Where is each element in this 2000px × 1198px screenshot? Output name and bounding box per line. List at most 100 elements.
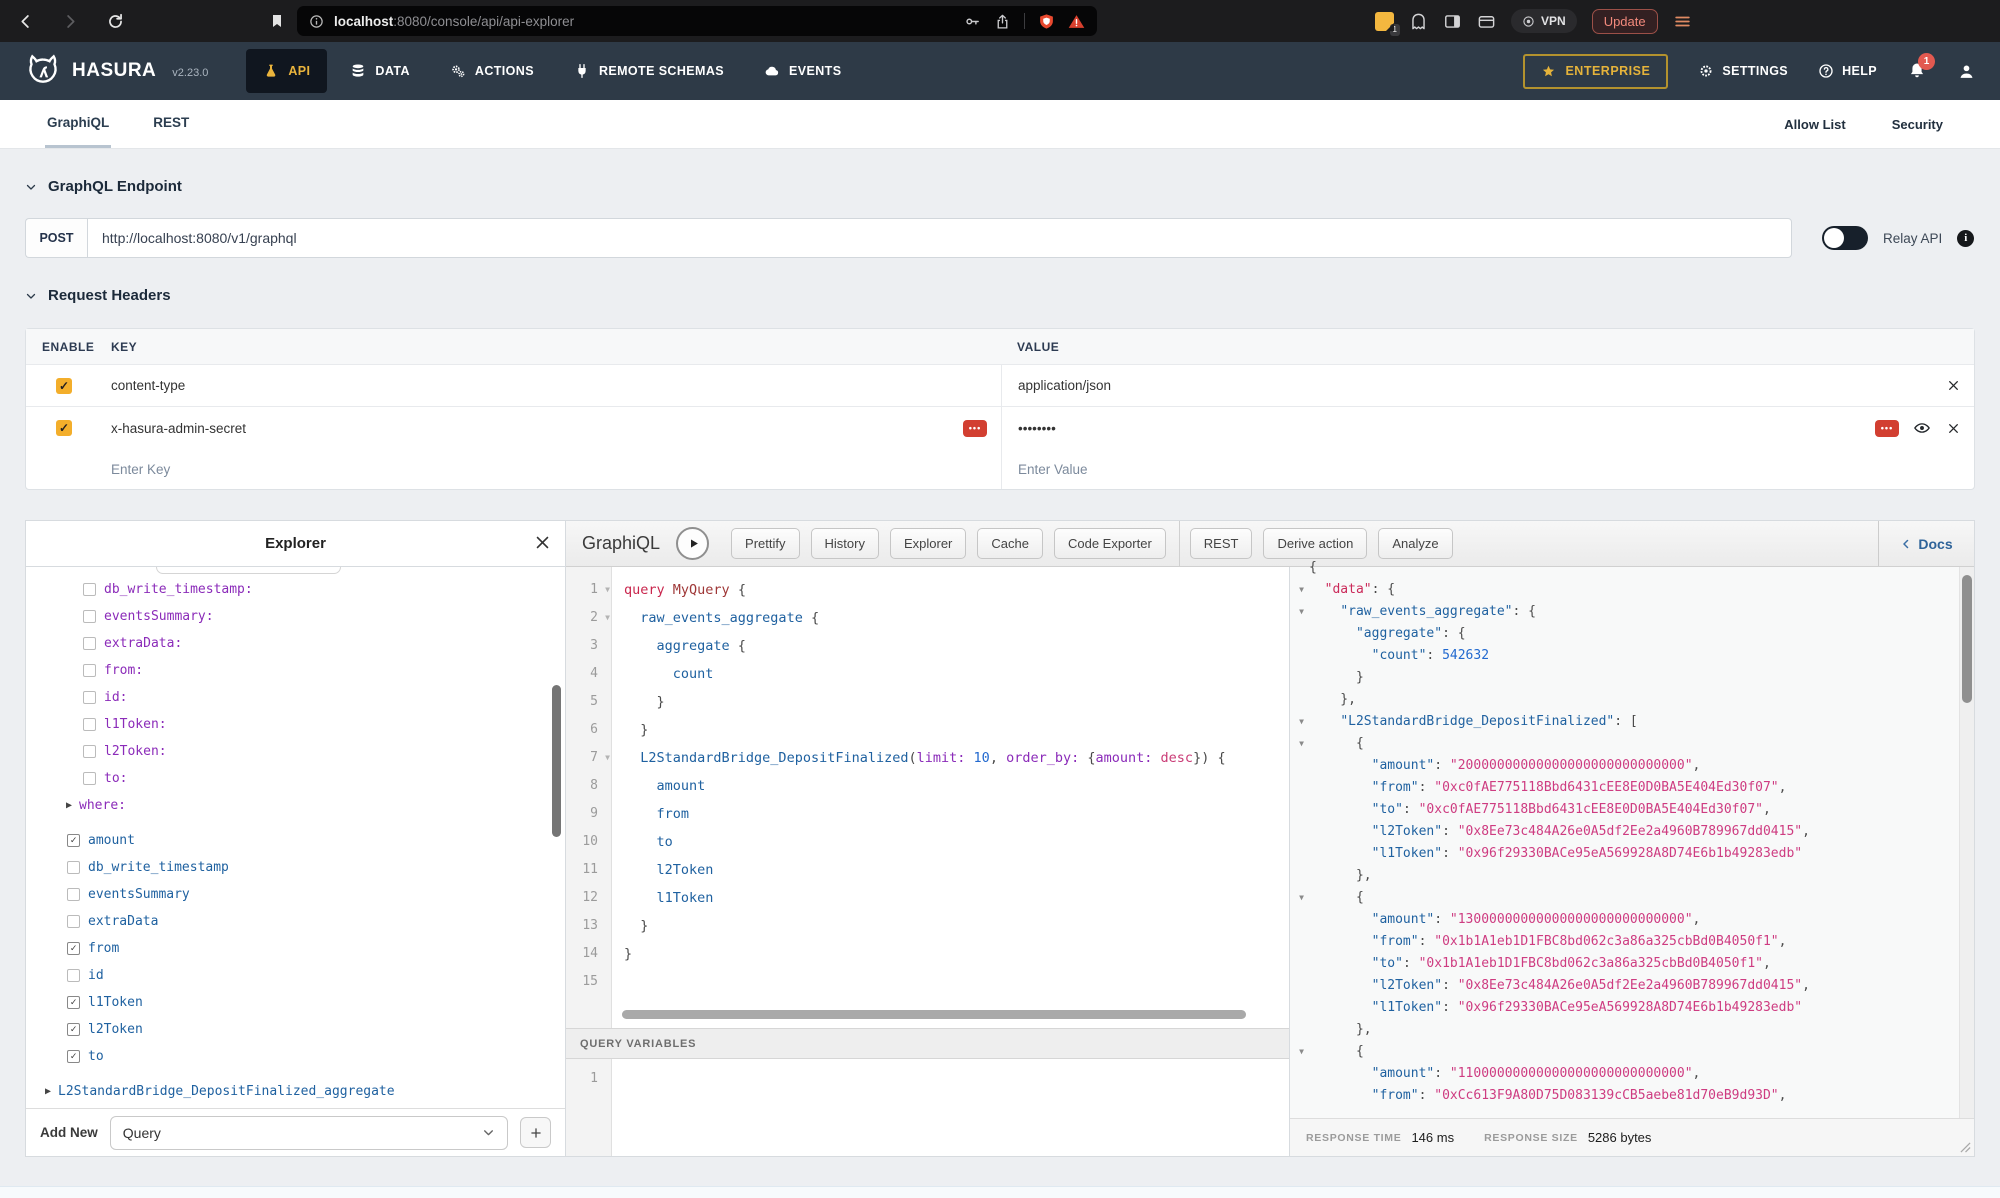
toolbar-button-analyze[interactable]: Analyze [1378,528,1452,559]
site-info-icon[interactable] [309,14,324,29]
relay-api-toggle[interactable] [1822,226,1868,250]
explorer-scrollbar[interactable] [552,685,561,837]
ghost-extension-icon[interactable] [1409,12,1428,31]
explorer-arg-to[interactable]: to: [26,765,565,792]
explorer-field-db-write-timestamp[interactable]: db_write_timestamp [26,854,565,881]
checkbox[interactable] [67,915,80,928]
checkbox[interactable]: ✓ [67,834,80,847]
add-new-type-select[interactable]: Query [110,1116,508,1150]
password-manager-icon[interactable]: ••• [1875,420,1899,437]
header-value-input[interactable]: •••••••• [1018,421,1056,436]
toolbar-button-code-exporter[interactable]: Code Exporter [1054,528,1166,559]
header-key-input[interactable]: content-type [111,378,185,393]
query-editor[interactable]: 1▼2▼34567▼89101112131415 query MyQuery {… [566,567,1289,1028]
share-icon[interactable] [994,13,1011,30]
explorer-field-id[interactable]: id [26,962,565,989]
endpoint-section-header[interactable]: GraphQL Endpoint [25,178,1975,195]
checkbox[interactable]: ✓ [67,942,80,955]
add-new-button[interactable] [520,1117,551,1148]
relay-info-icon[interactable]: i [1957,230,1974,247]
checkbox[interactable] [83,718,96,731]
explorer-close-icon[interactable] [534,534,551,551]
toolbar-button-history[interactable]: History [811,528,879,559]
warning-icon[interactable] [1068,13,1085,30]
editor-horizontal-scrollbar[interactable] [622,1010,1246,1019]
nav-tab-remote-schemas[interactable]: REMOTE SCHEMAS [557,49,741,93]
explorer-arg-l1token[interactable]: l1Token: [26,711,565,738]
checkbox[interactable] [83,637,96,650]
sidebar-toggle-icon[interactable] [1443,12,1462,31]
explorer-arg-id[interactable]: id: [26,684,565,711]
toolbar-button-cache[interactable]: Cache [977,528,1043,559]
header-enable-checkbox[interactable]: ✓ [56,420,72,436]
checkbox[interactable] [83,772,96,785]
explorer-field-from[interactable]: ✓from [26,935,565,962]
header-enable-checkbox[interactable]: ✓ [56,378,72,394]
checkbox[interactable] [67,888,80,901]
header-value-input[interactable]: application/json [1018,378,1111,393]
password-key-icon[interactable] [964,13,981,30]
explorer-field-to[interactable]: ✓to [26,1043,565,1070]
remove-header-icon[interactable] [1947,422,1960,435]
new-header-value-input[interactable]: Enter Value [1001,449,1974,489]
browser-menu-icon[interactable] [1673,12,1692,31]
explorer-arg-where[interactable]: ▶where: [26,792,565,819]
browser-update-button[interactable]: Update [1592,9,1658,34]
toolbar-button-derive-action[interactable]: Derive action [1263,528,1367,559]
enterprise-button[interactable]: ENTERPRISE [1523,54,1668,89]
execute-query-button[interactable] [676,527,709,560]
nav-tab-events[interactable]: EVENTS [747,49,858,93]
checkbox[interactable] [67,969,80,982]
hasura-logo[interactable]: HASURA v2.23.0 [24,52,208,90]
nav-tab-data[interactable]: DATA [333,49,426,93]
tab-rest[interactable]: REST [151,100,191,148]
explorer-field-amount[interactable]: ✓amount [26,827,565,854]
explorer-field-l1token[interactable]: ✓l1Token [26,989,565,1016]
address-bar[interactable]: localhost:8080/console/api/api-explorer [297,6,1097,36]
checkbox[interactable] [83,664,96,677]
password-manager-icon[interactable]: ••• [963,420,987,437]
new-header-key-input[interactable]: Enter Key [111,462,1001,477]
explorer-arg-eventssummary[interactable]: eventsSummary: [26,603,565,630]
response-scrollbar-thumb[interactable] [1962,575,1972,703]
tab-graphiql[interactable]: GraphiQL [45,100,111,148]
browser-back-icon[interactable] [16,12,35,31]
toolbar-button-prettify[interactable]: Prettify [731,528,799,559]
checkbox[interactable]: ✓ [67,1050,80,1063]
response-scrollbar-track[interactable] [1959,567,1974,1118]
remove-header-icon[interactable] [1947,379,1960,392]
browser-forward-icon[interactable] [61,12,80,31]
bookmark-icon[interactable] [269,13,285,29]
explorer-arg-extradata[interactable]: extraData: [26,630,565,657]
resize-handle-icon[interactable] [1960,1142,1971,1153]
explorer-field-l2token[interactable]: ✓l2Token [26,1016,565,1043]
reveal-value-icon[interactable] [1913,419,1931,437]
toolbar-button-rest[interactable]: REST [1190,528,1253,559]
checkbox[interactable] [67,861,80,874]
brave-shield-icon[interactable] [1038,13,1055,30]
query-variables-editor[interactable]: 1 [566,1059,1289,1156]
explorer-field-l2standardbridge-depositfinalized-aggregate[interactable]: ▶L2StandardBridge_DepositFinalized_aggre… [26,1078,565,1105]
settings-button[interactable]: SETTINGS [1698,63,1788,79]
vpn-button[interactable]: VPN [1511,9,1577,33]
help-button[interactable]: HELP [1818,63,1877,79]
header-key-input[interactable]: x-hasura-admin-secret [111,421,246,436]
graphql-endpoint-input[interactable]: http://localhost:8080/v1/graphql [87,218,1792,258]
nav-tab-api[interactable]: API [246,49,327,93]
browser-reload-icon[interactable] [106,12,125,31]
headers-section-header[interactable]: Request Headers [25,287,1975,304]
toolbar-button-explorer[interactable]: Explorer [890,528,966,559]
checkbox[interactable] [83,583,96,596]
account-icon[interactable] [1957,62,1976,81]
explorer-field-eventssummary[interactable]: eventsSummary [26,881,565,908]
explorer-field-l2standardbridge-depositfinalized-by-pk[interactable]: ▶L2StandardBridge_DepositFinalized_by_pk [26,1105,565,1108]
wallet-icon[interactable] [1477,12,1496,31]
explorer-arg-db-write-timestamp[interactable]: db_write_timestamp: [26,576,565,603]
explorer-field-extradata[interactable]: extraData [26,908,565,935]
link-security[interactable]: Security [1892,117,1943,132]
query-variables-header[interactable]: QUERY VARIABLES [566,1028,1289,1059]
checkbox[interactable] [83,610,96,623]
explorer-arg-from[interactable]: from: [26,657,565,684]
response-viewer[interactable]: {▼ "data": {▼ "raw_events_aggregate": { … [1290,557,1974,1118]
nav-tab-actions[interactable]: ACTIONS [433,49,551,93]
